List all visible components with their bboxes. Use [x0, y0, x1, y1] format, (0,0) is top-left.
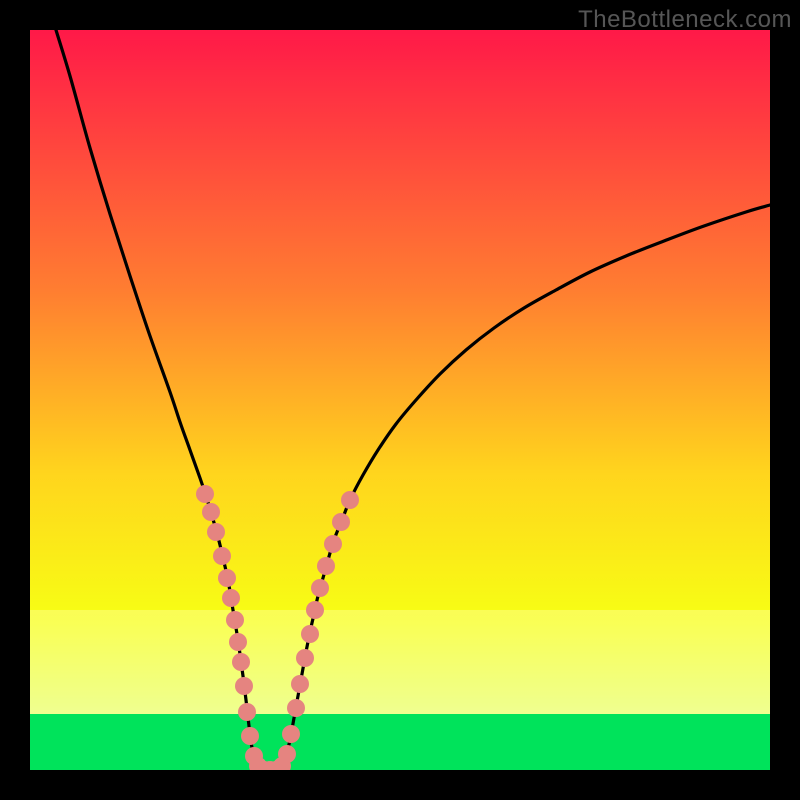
- data-marker: [226, 611, 244, 629]
- data-marker: [196, 485, 214, 503]
- data-marker: [332, 513, 350, 531]
- data-marker: [317, 557, 335, 575]
- data-marker: [301, 625, 319, 643]
- data-marker: [341, 491, 359, 509]
- data-marker: [282, 725, 300, 743]
- data-marker: [235, 677, 253, 695]
- data-marker: [296, 649, 314, 667]
- data-marker: [202, 503, 220, 521]
- lighten-band: [30, 610, 770, 714]
- data-marker: [306, 601, 324, 619]
- data-marker: [207, 523, 225, 541]
- data-marker: [232, 653, 250, 671]
- data-marker: [291, 675, 309, 693]
- data-marker: [229, 633, 247, 651]
- data-marker: [311, 579, 329, 597]
- data-marker: [324, 535, 342, 553]
- data-marker: [213, 547, 231, 565]
- data-marker: [222, 589, 240, 607]
- green-band: [30, 714, 770, 770]
- data-marker: [218, 569, 236, 587]
- chart-frame: [30, 30, 770, 770]
- data-marker: [278, 745, 296, 763]
- data-marker: [238, 703, 256, 721]
- data-marker: [241, 727, 259, 745]
- watermark-text: TheBottleneck.com: [578, 6, 792, 34]
- data-marker: [287, 699, 305, 717]
- bottleneck-chart: [30, 30, 770, 770]
